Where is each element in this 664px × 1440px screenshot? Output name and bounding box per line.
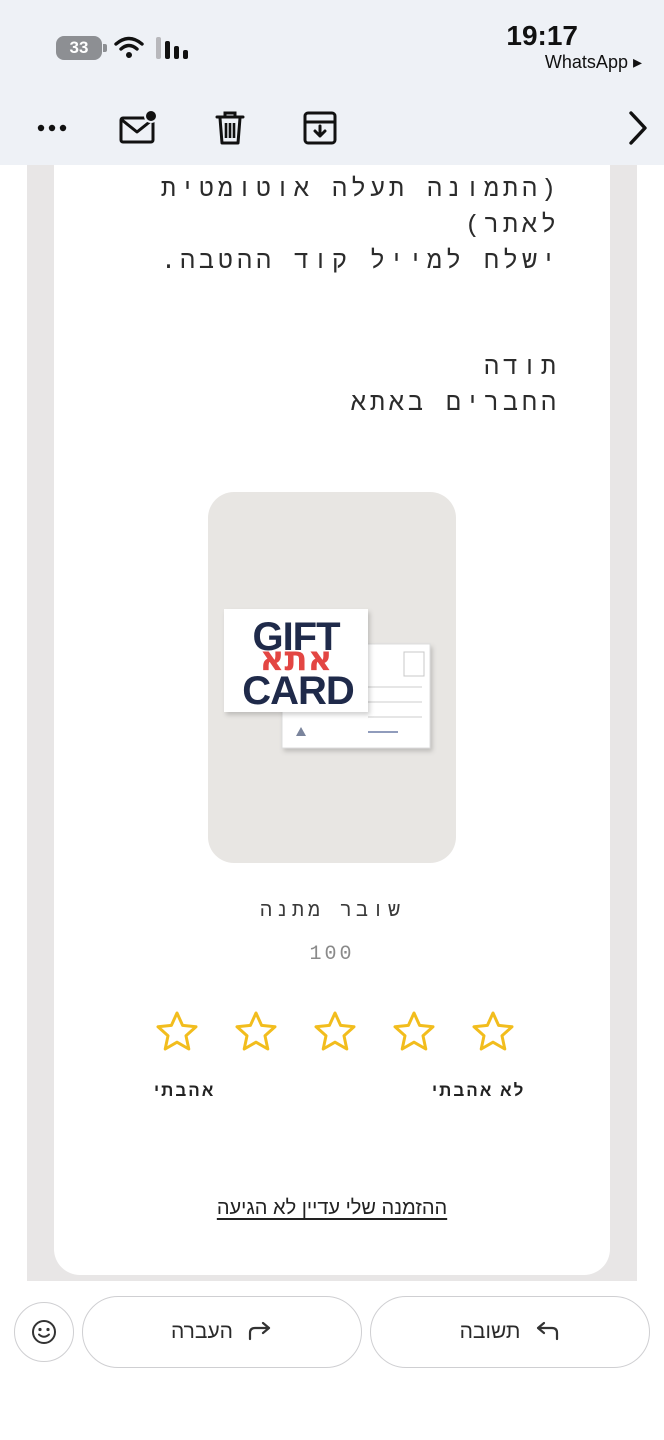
delete-button[interactable] bbox=[210, 108, 250, 148]
chevron-right-icon bbox=[629, 111, 647, 145]
rating-low-label: לא אהבתי bbox=[432, 1081, 526, 1100]
order-not-arrived-link[interactable]: ההזמנה שלי עדיין לא הגיעה bbox=[0, 1197, 664, 1220]
battery-icon: 33 bbox=[56, 36, 107, 60]
back-to-app-link[interactable]: WhatsApp ▸ bbox=[545, 52, 642, 73]
forward-arrow-icon bbox=[248, 1321, 271, 1341]
paragraph-line: (התמונה תעלה אוטומטית bbox=[160, 175, 560, 204]
forward-button[interactable]: העברה bbox=[82, 1296, 362, 1368]
more-icon bbox=[37, 124, 67, 132]
star-icon[interactable] bbox=[471, 1010, 515, 1052]
star-icon[interactable] bbox=[234, 1010, 278, 1052]
product-image[interactable]: GIFT אתא CARD bbox=[208, 492, 456, 863]
forward-label: העברה bbox=[171, 1320, 233, 1343]
next-message-button[interactable] bbox=[618, 108, 658, 148]
reply-button[interactable]: תשובה bbox=[370, 1296, 650, 1368]
wifi-icon bbox=[114, 36, 144, 58]
paragraph-line: ישלח למייל קוד ההטבה. bbox=[160, 247, 560, 276]
reply-arrow-icon bbox=[537, 1321, 559, 1341]
more-button[interactable] bbox=[32, 108, 72, 148]
clock: 19:17 bbox=[506, 20, 578, 51]
star-icon[interactable] bbox=[155, 1010, 199, 1052]
mark-unread-button[interactable] bbox=[118, 108, 158, 148]
product-name: שובר מתנה bbox=[259, 900, 405, 923]
smiley-icon bbox=[32, 1320, 56, 1344]
archive-icon bbox=[303, 111, 337, 145]
signal-icon bbox=[156, 37, 188, 59]
email-signature: תודה החברים באתא bbox=[351, 350, 560, 422]
reply-label: תשובה bbox=[459, 1320, 521, 1343]
product-price: 100 bbox=[309, 943, 355, 966]
emoji-reaction-button[interactable] bbox=[14, 1302, 74, 1362]
mark-unread-icon bbox=[119, 110, 158, 144]
email-paragraph: (התמונה תעלה אוטומטית לאתר) ישלח למייל ק… bbox=[161, 172, 560, 280]
rating-high-label: אהבתי bbox=[154, 1081, 216, 1100]
signature-line: החברים באתא bbox=[350, 389, 560, 418]
archive-button[interactable] bbox=[300, 108, 340, 148]
trash-icon bbox=[215, 111, 245, 145]
battery-level: 33 bbox=[69, 38, 89, 57]
card-card-text: CARD bbox=[242, 669, 354, 713]
star-icon[interactable] bbox=[313, 1010, 357, 1052]
rating-stars bbox=[155, 1010, 515, 1052]
top-bar: 33 19:17 WhatsApp ▸ bbox=[0, 0, 664, 165]
star-icon[interactable] bbox=[392, 1010, 436, 1052]
status-indicators: 33 bbox=[56, 36, 190, 60]
gift-card-image: GIFT אתא CARD bbox=[224, 609, 431, 749]
paragraph-line: לאתר) bbox=[464, 211, 560, 240]
signature-line: תודה bbox=[483, 353, 560, 382]
